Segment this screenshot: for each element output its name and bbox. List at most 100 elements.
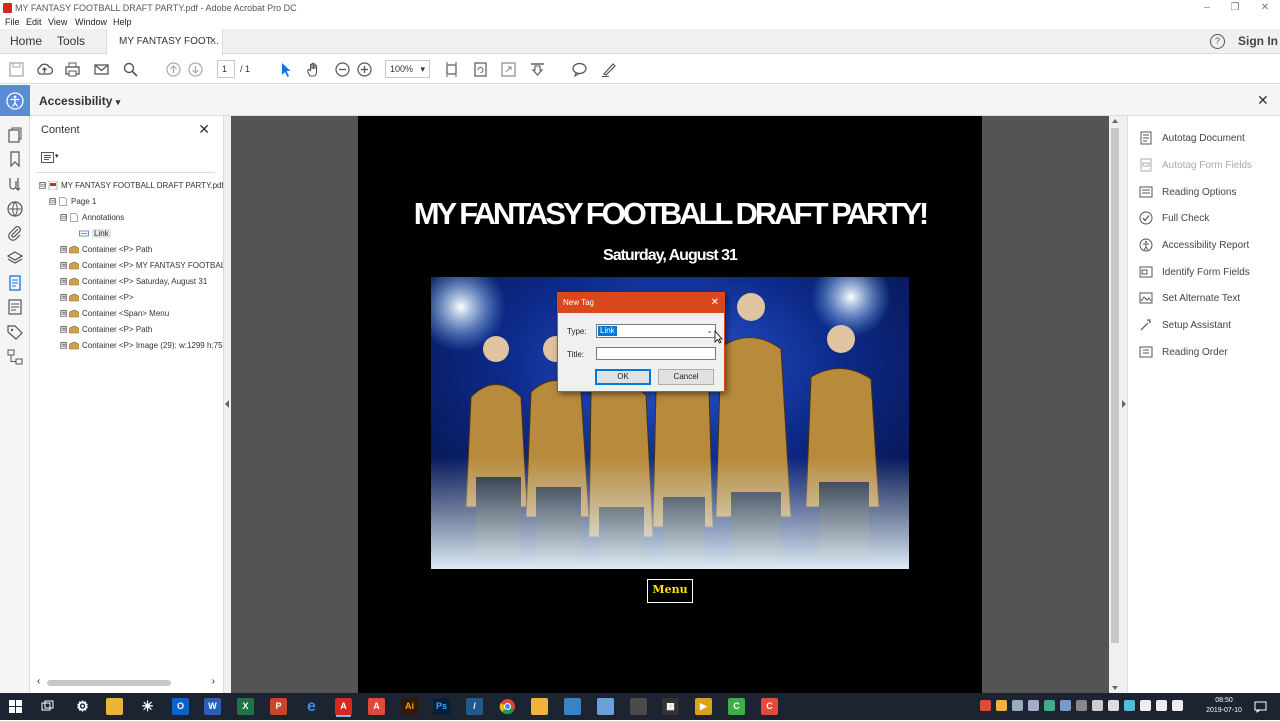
comment-icon[interactable] xyxy=(571,61,588,78)
ok-button[interactable]: OK xyxy=(595,369,651,385)
set-alternate-text-button[interactable]: Set Alternate Text xyxy=(1139,290,1240,308)
accessibility-report-button[interactable]: Accessibility Report xyxy=(1139,237,1249,255)
page-number-input[interactable]: 1 xyxy=(217,60,235,78)
horizontal-scrollbar[interactable]: ‹ › xyxy=(37,676,215,687)
menu-link-button[interactable]: Menu xyxy=(647,579,693,603)
menu-help[interactable]: Help xyxy=(113,17,132,27)
restore-button[interactable]: ❐ xyxy=(1220,0,1250,16)
hand-tool-icon[interactable] xyxy=(305,61,322,78)
edge-icon[interactable]: e xyxy=(303,698,320,715)
tree-node-container[interactable]: ⊞ Container <P> Path xyxy=(60,323,152,337)
brightness-icon[interactable]: ☀ xyxy=(139,698,156,715)
tray-wifi-icon[interactable] xyxy=(1140,700,1151,711)
cancel-button[interactable]: Cancel xyxy=(658,369,714,385)
options-menu-icon[interactable]: ▾ xyxy=(41,152,61,164)
full-screen-icon[interactable] xyxy=(500,61,517,78)
menu-window[interactable]: Window xyxy=(75,17,107,27)
tree-node-annotations[interactable]: ⊟ Annotations xyxy=(60,211,124,225)
close-content-panel-icon[interactable]: ✕ xyxy=(198,121,210,138)
order-icon[interactable] xyxy=(6,175,24,193)
page-thumbnails-icon[interactable] xyxy=(6,126,24,144)
expand-icon[interactable]: ⊞ xyxy=(60,310,67,318)
scroll-up-icon[interactable] xyxy=(1112,119,1118,123)
tree-node-container[interactable]: ⊞ Container <Span> Menu xyxy=(60,307,169,321)
tray-sync-icon[interactable] xyxy=(1044,700,1055,711)
identify-form-fields-button[interactable]: Identify Form Fields xyxy=(1139,264,1250,282)
tray-keyboard-icon[interactable] xyxy=(1156,700,1167,711)
bookmarks-icon[interactable] xyxy=(6,150,24,168)
word-icon[interactable]: W xyxy=(204,698,221,715)
menu-file[interactable]: File xyxy=(5,17,20,27)
print-icon[interactable] xyxy=(64,61,81,78)
tab-home[interactable]: Home xyxy=(10,29,42,54)
monitor-app-icon[interactable] xyxy=(564,698,581,715)
autotag-document-button[interactable]: Autotag Document xyxy=(1139,130,1245,148)
accessibility-icon[interactable] xyxy=(0,85,30,116)
title-input[interactable] xyxy=(596,347,716,360)
reading-order-button[interactable]: Reading Order xyxy=(1139,344,1228,362)
highlight-pen-icon[interactable] xyxy=(600,61,617,78)
scroll-right-icon[interactable]: › xyxy=(212,676,215,687)
folder-app-icon[interactable] xyxy=(531,698,548,715)
tab-tools[interactable]: Tools xyxy=(57,29,85,54)
accessibility-title[interactable]: Accessibility ▾ xyxy=(39,94,120,108)
tree-node-container[interactable]: ⊞ Container <P> Image (29): w:1299 h:75 xyxy=(60,339,223,353)
tree-node-container[interactable]: ⊞ Container <P> xyxy=(60,291,134,305)
expand-icon[interactable]: ⊞ xyxy=(60,326,67,334)
menu-edit[interactable]: Edit xyxy=(26,17,42,27)
help-icon[interactable]: ? xyxy=(1210,34,1225,49)
zoom-select[interactable]: 100% ▾ xyxy=(385,60,430,78)
illustrator-icon[interactable]: Ai xyxy=(401,698,418,715)
upload-cloud-icon[interactable] xyxy=(36,61,53,78)
scroll-down-icon[interactable] xyxy=(1112,686,1118,690)
acrobat-taskbar-icon[interactable]: A xyxy=(335,698,352,715)
media-player-icon[interactable]: ▶ xyxy=(695,698,712,715)
select-tool-icon[interactable] xyxy=(277,61,294,78)
content-icon[interactable] xyxy=(6,274,24,292)
menu-view[interactable]: View xyxy=(48,17,67,27)
structure-tree-icon[interactable] xyxy=(6,348,24,366)
zoom-in-icon[interactable] xyxy=(356,61,373,78)
vertical-scrollbar[interactable] xyxy=(1109,116,1121,693)
tray-cloud-icon[interactable] xyxy=(1060,700,1071,711)
tray-network-icon[interactable] xyxy=(1012,700,1023,711)
email-icon[interactable] xyxy=(93,61,110,78)
dialog-close-icon[interactable]: ✕ xyxy=(711,293,719,313)
search-icon[interactable] xyxy=(122,61,139,78)
tree-node-container[interactable]: ⊞ Container <P> MY FANTASY FOOTBAL xyxy=(60,259,225,273)
settings-gear-icon[interactable]: ⚙ xyxy=(74,698,91,715)
tray-battery-icon[interactable] xyxy=(1124,700,1135,711)
tray-recorder-icon[interactable] xyxy=(980,700,991,711)
collapse-right-arrow-icon[interactable] xyxy=(1122,400,1126,408)
sign-in-link[interactable]: Sign In xyxy=(1238,29,1278,54)
chevron-down-icon[interactable]: ⌄ xyxy=(706,325,713,337)
document-viewer[interactable]: MY FANTASY FOOTBALL DRAFT PARTY! Saturda… xyxy=(231,116,1109,693)
tray-volume-icon[interactable] xyxy=(1172,700,1183,711)
collapse-icon[interactable]: ⊟ xyxy=(60,214,67,222)
file-explorer-icon[interactable] xyxy=(106,698,123,715)
tab-document[interactable]: MY FANTASY FOOT... × xyxy=(106,29,223,55)
photos-icon[interactable] xyxy=(630,698,647,715)
task-view-icon[interactable] xyxy=(41,700,54,713)
expand-icon[interactable]: ⊞ xyxy=(60,246,67,254)
expand-icon[interactable]: ⊞ xyxy=(60,262,67,270)
attachments-icon[interactable] xyxy=(6,224,24,242)
close-accessibility-icon[interactable]: ✕ xyxy=(1257,92,1269,109)
right-panel-splitter[interactable] xyxy=(1121,116,1128,693)
camtasia-recorder-icon[interactable]: C xyxy=(728,698,745,715)
collapse-left-arrow-icon[interactable] xyxy=(225,400,229,408)
chrome-icon[interactable] xyxy=(499,698,516,715)
cloud-app-icon[interactable] xyxy=(597,698,614,715)
type-select[interactable]: Link ⌄ xyxy=(596,324,716,338)
page-fit-icon[interactable] xyxy=(443,61,460,78)
tree-node-link[interactable]: Link xyxy=(79,227,111,241)
tags-icon[interactable] xyxy=(6,200,24,218)
tray-bluetooth-icon[interactable] xyxy=(1028,700,1039,711)
tray-usb-icon[interactable] xyxy=(1092,700,1103,711)
scroll-left-icon[interactable]: ‹ xyxy=(37,676,40,687)
calculator-icon[interactable]: ▦ xyxy=(662,698,679,715)
tray-app-icon[interactable] xyxy=(996,700,1007,711)
collapse-icon[interactable]: ⊟ xyxy=(49,198,56,206)
reading-options-button[interactable]: Reading Options xyxy=(1139,184,1237,202)
pen-app-icon[interactable]: / xyxy=(466,698,483,715)
